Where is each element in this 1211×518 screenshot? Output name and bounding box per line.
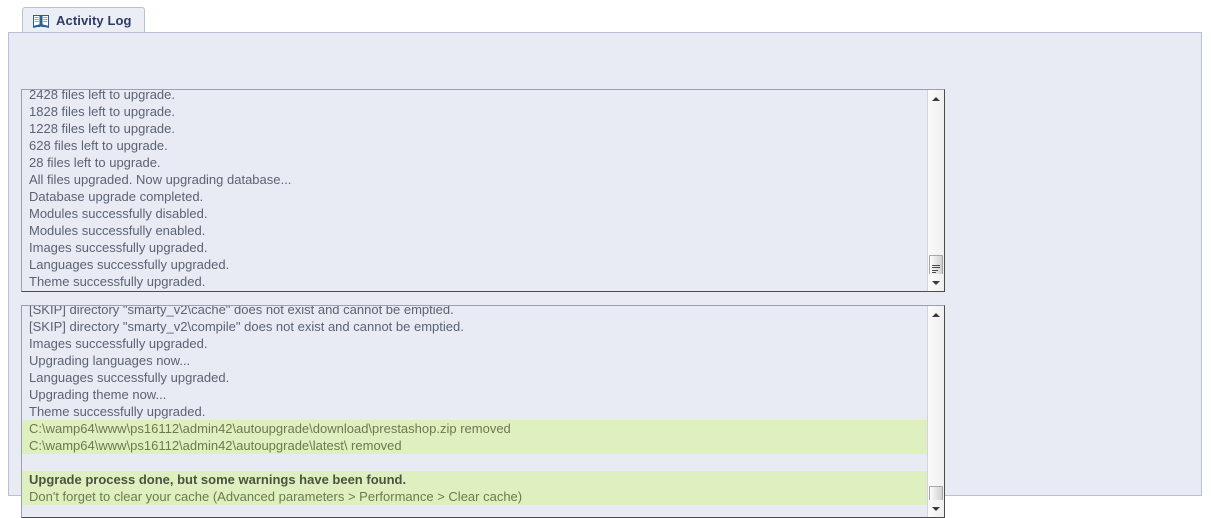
detailed-log-lines: [SKIP] directory "smarty_v2\cache" does … [22,306,927,505]
log-line: 2428 files left to upgrade. [29,90,175,102]
upgrade-log-viewport: 2428 files left to upgrade. 1828 files le… [22,90,927,291]
log-line: Modules successfully disabled. [29,206,208,221]
log-line: Database upgrade completed. [29,189,204,204]
log-line: Upgrading languages now... [29,353,191,368]
log-line: [SKIP] directory "smarty_v2\compile" doe… [29,319,464,334]
tab-activity-log[interactable]: Activity Log [22,7,145,33]
upgrade-log-lines: 2428 files left to upgrade. 1828 files le… [22,90,927,290]
log-line: [SKIP] directory "smarty_v2\cache" does … [29,306,454,317]
log-line: Languages successfully upgraded. [29,370,230,385]
scroll-down-arrow[interactable] [928,500,944,517]
tab-label: Activity Log [56,13,132,28]
log-line: 1228 files left to upgrade. [29,121,175,136]
scrollbar-track[interactable] [928,107,944,283]
log-line: Languages successfully upgraded. [29,257,230,272]
log-line: 1828 files left to upgrade. [29,104,175,119]
log-line: C:\wamp64\www\ps16112\admin42\autoupgrad… [22,420,927,437]
scroll-up-arrow[interactable] [928,306,944,323]
log-line: Theme successfully upgraded. [29,274,206,289]
scrollbar-track[interactable] [928,323,944,510]
log-line: Images successfully upgraded. [29,336,208,351]
book-icon [33,14,49,28]
scroll-up-arrow[interactable] [928,90,944,107]
log-line: All files upgraded. Now upgrading databa… [29,172,292,187]
detailed-log-scrollbar[interactable] [927,306,944,517]
detailed-log-viewport: [SKIP] directory "smarty_v2\cache" does … [22,306,927,517]
log-line: Images successfully upgraded. [29,240,208,255]
log-line: Modules successfully enabled. [29,223,206,238]
scroll-down-arrow[interactable] [928,274,944,291]
log-line: C:\wamp64\www\ps16112\admin42\autoupgrad… [22,437,927,454]
log-line: 28 files left to upgrade. [29,155,161,170]
log-line: Theme successfully upgraded. [29,404,206,419]
content-panel: 2428 files left to upgrade. 1828 files le… [8,32,1202,518]
detailed-log-box[interactable]: [SKIP] directory "smarty_v2\cache" does … [21,305,945,518]
tab-strip: Activity Log [0,0,1211,33]
upgrade-log-box[interactable]: 2428 files left to upgrade. 1828 files le… [21,89,945,292]
log-line: Don't forget to clear your cache (Advanc… [22,488,927,505]
grip-lines-icon [932,264,940,274]
log-line: Upgrading theme now... [29,387,167,402]
activity-log-page: Activity Log 2428 files left to upgrade.… [0,0,1211,518]
log-line: Upgrade process done, but some warnings … [22,471,927,488]
log-line: 628 files left to upgrade. [29,138,168,153]
upgrade-log-scrollbar[interactable] [927,90,944,291]
